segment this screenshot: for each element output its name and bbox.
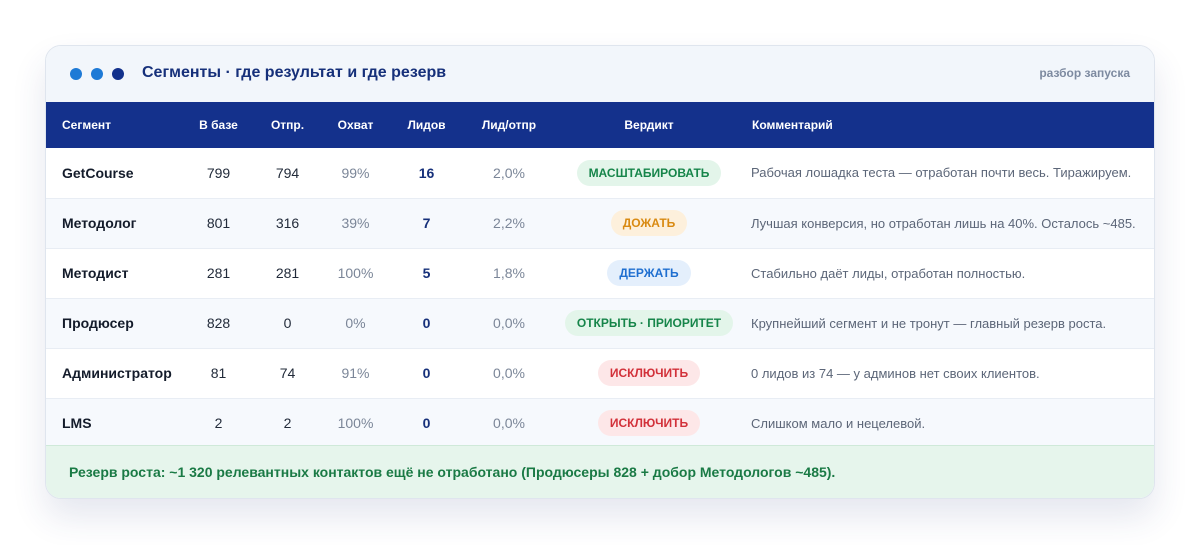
cell-base: 799: [206, 164, 231, 181]
window-dots: [70, 68, 124, 80]
col-header-rate: Лид/отпр: [481, 118, 537, 132]
cell-verdict: ДЕРЖАТЬ: [562, 248, 736, 298]
table-header-row: Сегмент В базе Отпр. Охват Лидов Лид/отп…: [46, 102, 1154, 148]
card-header: Сегменты · где результат и где резерв ра…: [46, 46, 1154, 102]
cell-verdict: ИСКЛЮЧИТЬ: [562, 348, 736, 398]
cell-comment: Слишком мало и нецелевой.: [751, 415, 926, 431]
cell-reach: 39%: [341, 215, 370, 231]
col-header-verdict: Вердикт: [624, 118, 674, 132]
cell-sent: 316: [275, 215, 300, 231]
cell-base: 2: [214, 415, 223, 431]
cell-verdict: ИСКЛЮЧИТЬ: [562, 398, 736, 448]
dot-2: [91, 68, 103, 80]
table-row: Администратор 81 74 91% 0 0,0% ИСКЛЮЧИТЬ 0 лидо…: [46, 348, 1154, 398]
col-header-base: В базе: [199, 118, 238, 132]
col-header-leads: Лидов: [407, 118, 446, 132]
cell-comment: 0 лидов из 74 — у админов нет своих клие…: [751, 365, 1040, 381]
cell-rate: 2,0%: [493, 164, 525, 181]
verdict-badge: ИСКЛЮЧИТЬ: [597, 410, 701, 436]
cell-leads: 0: [422, 365, 431, 381]
card-title: Сегменты · где результат и где резерв: [142, 64, 447, 81]
cell-base: 801: [206, 215, 231, 231]
cell-rate: 0,0%: [493, 315, 525, 331]
cell-base: 828: [206, 315, 231, 331]
cell-sent: 2: [283, 415, 292, 431]
cell-leads: 0: [422, 415, 431, 431]
cell-segment: LMS: [62, 415, 92, 431]
segments-table: Сегмент В базе Отпр. Охват Лидов Лид/отп…: [46, 102, 1154, 449]
table-row: Продюсер 828 0 0% 0 0,0% ОТКРЫТЬ · ПРИОРИТЕТ Кр…: [46, 298, 1154, 348]
col-header-comment: Комментарий: [752, 118, 833, 132]
verdict-badge: ОТКРЫТЬ · ПРИОРИТЕТ: [564, 310, 734, 336]
cell-reach: 0%: [345, 315, 366, 331]
cell-rate: 2,2%: [493, 215, 525, 231]
verdict-badge: ИСКЛЮЧИТЬ: [597, 360, 701, 386]
col-header-sent: Отпр.: [270, 118, 305, 132]
cell-rate: 0,0%: [493, 415, 525, 431]
header-badge: разбор запуска: [1039, 66, 1130, 80]
cell-rate: 1,8%: [493, 265, 525, 281]
cell-verdict: ОТКРЫТЬ · ПРИОРИТЕТ: [562, 298, 736, 348]
cell-segment: Методолог: [62, 215, 137, 231]
verdict-badge: ДОЖАТЬ: [610, 210, 688, 236]
cell-comment: Рабочая лошадка теста — отработан почти …: [751, 165, 1132, 181]
cell-base: 281: [206, 265, 231, 281]
cell-sent: 74: [279, 365, 296, 381]
cell-leads: 0: [422, 315, 431, 331]
cell-sent: 281: [275, 265, 300, 281]
cell-reach: 100%: [337, 265, 374, 281]
cell-leads: 5: [422, 265, 431, 281]
col-header-segment: Сегмент: [62, 118, 112, 132]
cell-reach: 91%: [341, 365, 370, 381]
dot-1: [70, 68, 82, 80]
table-row: GetCourse 799 794 99% 16 2,0% МАСШТАБИРОВАТЬ Ра…: [46, 148, 1154, 198]
cell-sent: 0: [283, 315, 292, 331]
cell-sent: 794: [275, 164, 300, 181]
cell-rate: 0,0%: [493, 365, 525, 381]
verdict-badge: ДЕРЖАТЬ: [607, 260, 691, 286]
cell-base: 81: [210, 365, 227, 381]
cell-comment: Крупнейший сегмент и не тронут — главный…: [751, 315, 1107, 331]
table-row: LMS 2 2 100% 0 0,0% ИСКЛЮЧИТЬ Слишком мало и не…: [46, 398, 1154, 448]
table-row: Методолог 801 316 39% 7 2,2% ДОЖАТЬ Лучшая конв…: [46, 198, 1154, 248]
cell-segment: Администратор: [62, 365, 172, 381]
cell-comment: Стабильно даёт лиды, отработан полностью…: [751, 265, 1026, 281]
cell-segment: GetCourse: [62, 164, 134, 181]
col-header-reach: Охват: [337, 118, 374, 132]
growth-reserve-note: Резерв роста: ~1 320 релевантных контакт…: [46, 445, 1154, 498]
segments-card: Сегменты · где результат и где резерв ра…: [45, 45, 1155, 499]
cell-leads: 16: [418, 164, 435, 181]
cell-segment: Методист: [62, 265, 129, 281]
cell-verdict: ДОЖАТЬ: [562, 198, 736, 248]
cell-leads: 7: [422, 215, 431, 231]
table-row: Методист 281 281 100% 5 1,8% ДЕРЖАТЬ Стабильно …: [46, 248, 1154, 298]
cell-verdict: МАСШТАБИРОВАТЬ: [562, 148, 736, 198]
dot-3: [112, 68, 124, 80]
cell-comment: Лучшая конверсия, но отработан лишь на 4…: [751, 215, 1136, 231]
cell-segment: Продюсер: [62, 315, 134, 331]
verdict-badge: МАСШТАБИРОВАТЬ: [576, 159, 722, 186]
cell-reach: 100%: [337, 415, 374, 431]
cell-reach: 99%: [341, 164, 370, 181]
